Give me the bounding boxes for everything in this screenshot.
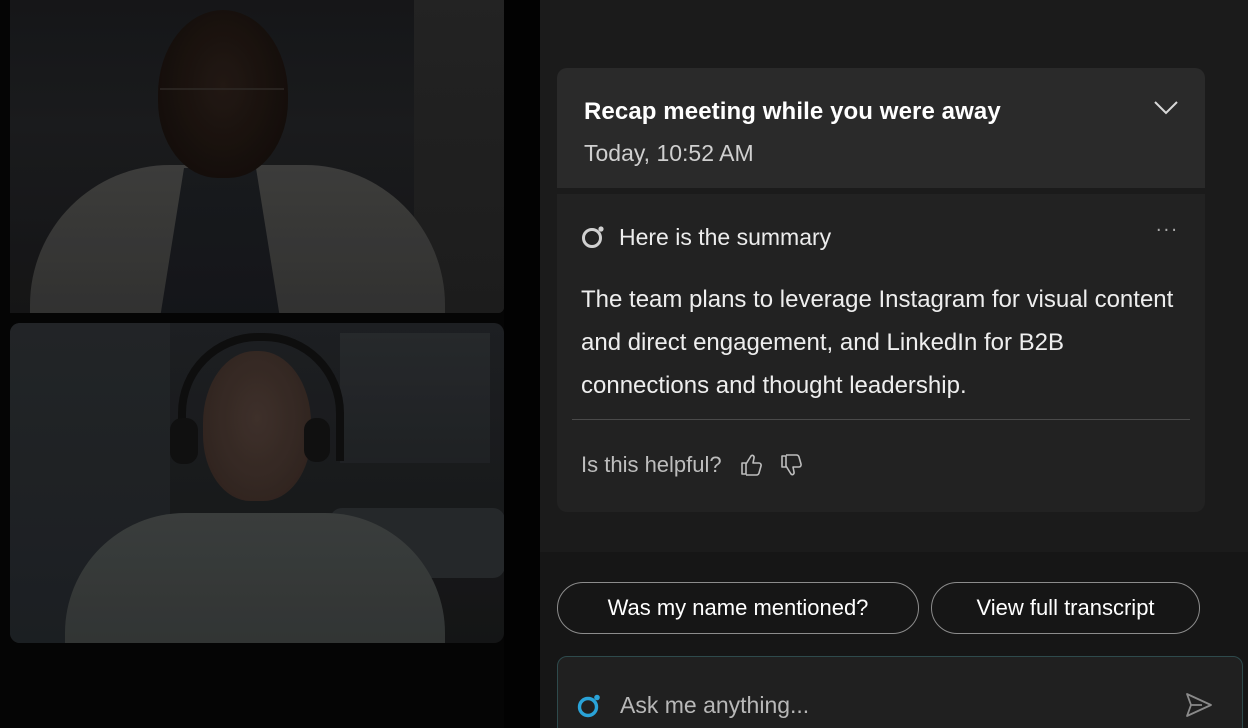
suggestion-chip-name-mentioned[interactable]: Was my name mentioned? bbox=[557, 582, 919, 634]
summary-card: Here is the summary ··· The team plans t… bbox=[557, 194, 1205, 512]
feedback-label: Is this helpful? bbox=[581, 452, 722, 477]
thumbs-up-icon[interactable] bbox=[738, 452, 764, 478]
more-horizontal-icon[interactable]: ··· bbox=[1156, 220, 1179, 241]
summary-text: The team plans to leverage Instagram for… bbox=[581, 286, 1174, 399]
participant-video-1[interactable] bbox=[10, 0, 504, 313]
copilot-panel: Recap meeting while you were away Today,… bbox=[540, 0, 1248, 728]
recap-header[interactable]: Recap meeting while you were away Today,… bbox=[557, 68, 1205, 188]
video-gutter bbox=[504, 0, 540, 728]
send-icon[interactable] bbox=[1184, 691, 1214, 719]
ask-input[interactable]: Ask me anything... bbox=[557, 656, 1243, 728]
summary-header: Here is the summary bbox=[581, 222, 831, 252]
video-dim-overlay bbox=[10, 323, 504, 643]
divider bbox=[572, 419, 1190, 420]
copilot-icon bbox=[582, 226, 604, 248]
participant-video-2[interactable] bbox=[10, 323, 504, 643]
feedback-row: Is this helpful? bbox=[581, 452, 818, 478]
video-dim-overlay bbox=[10, 0, 504, 313]
ask-placeholder: Ask me anything... bbox=[620, 692, 810, 718]
meeting-window: Recap meeting while you were away Today,… bbox=[0, 0, 1248, 728]
summary-label: Here is the summary bbox=[619, 223, 832, 250]
copilot-icon bbox=[577, 694, 600, 718]
recap-title: Recap meeting while you were away bbox=[584, 98, 1001, 125]
thumbs-down-icon[interactable] bbox=[778, 452, 804, 478]
recap-timestamp: Today, 10:52 AM bbox=[584, 140, 754, 166]
chevron-down-icon[interactable] bbox=[1153, 100, 1179, 116]
suggestion-chip-view-transcript[interactable]: View full transcript bbox=[931, 582, 1200, 634]
